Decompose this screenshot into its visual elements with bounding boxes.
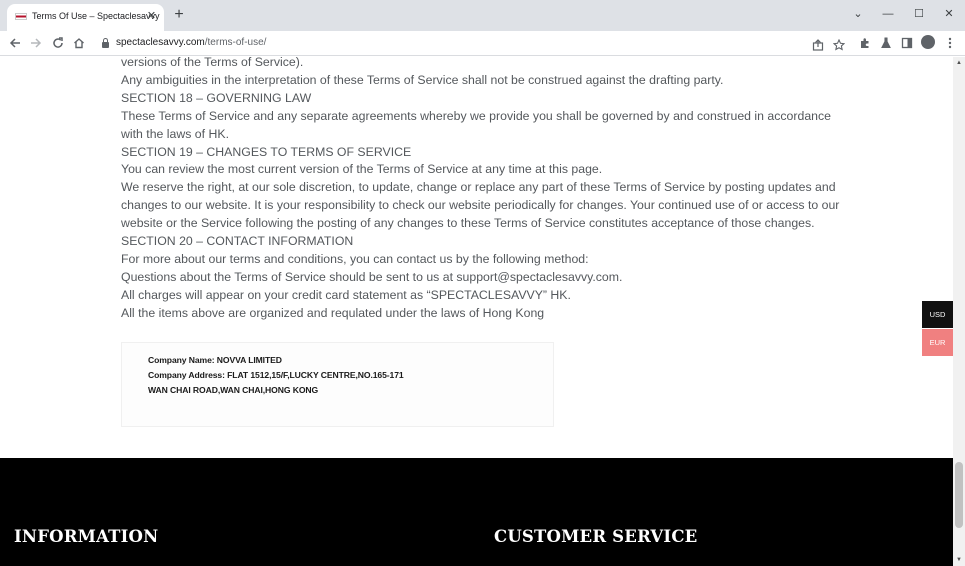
terms-paragraph-line: with the laws of HK. xyxy=(121,126,229,141)
profile-icon[interactable] xyxy=(921,35,935,49)
company-info-card: Company Name: NOVVA LIMITED Company Addr… xyxy=(121,342,554,427)
scrollbar-thumb[interactable] xyxy=(955,462,963,528)
terms-paragraph-line: changes to our website. It is your respo… xyxy=(121,198,840,213)
page-scrollbar[interactable]: ▲ ▼ xyxy=(953,57,965,566)
currency-usd-button[interactable]: USD xyxy=(922,301,953,328)
side-panel-icon[interactable] xyxy=(898,34,916,52)
company-address-line-1: Company Address: FLAT 1512,15/F,LUCKY CE… xyxy=(148,370,404,380)
terms-paragraph-line: We reserve the right, at our sole discre… xyxy=(121,180,836,195)
terms-paragraph-line: Any ambiguities in the interpretation of… xyxy=(121,72,724,87)
tab-search-icon[interactable]: ⌄ xyxy=(846,3,870,25)
terms-paragraph-line: All charges will appear on your credit c… xyxy=(121,287,571,302)
forward-arrow-icon[interactable] xyxy=(26,33,46,53)
hong-kong-flag-icon xyxy=(15,13,27,20)
company-address-line-2: WAN CHAI ROAD,WAN CHAI,HONG KONG xyxy=(148,385,319,395)
footer-customer-service-heading: CUSTOMER SERVICE xyxy=(494,527,698,546)
share-icon[interactable] xyxy=(809,36,827,54)
section-heading: SECTION 19 – CHANGES TO TERMS OF SERVICE xyxy=(121,144,412,159)
puzzle-icon[interactable] xyxy=(856,34,874,52)
tab-close-button[interactable]: ✕ xyxy=(144,9,159,24)
minimize-button[interactable]: — xyxy=(876,3,900,25)
page-viewport: versions of the Terms of Service). Any am… xyxy=(0,57,953,566)
home-icon[interactable] xyxy=(69,33,89,53)
terms-paragraph-line: website or the Service following the pos… xyxy=(121,216,815,231)
terms-paragraph-line: For more about our terms and conditions,… xyxy=(121,251,589,266)
lock-icon[interactable] xyxy=(102,38,109,48)
tab-strip: Terms Of Use – Spectaclesavvy ✕ + ⌄ — ☐ … xyxy=(0,0,965,31)
star-icon[interactable] xyxy=(830,36,848,54)
maximize-button[interactable]: ☐ xyxy=(907,3,931,25)
scroll-down-arrow-icon[interactable]: ▼ xyxy=(953,554,965,566)
browser-tab[interactable]: Terms Of Use – Spectaclesavvy ✕ xyxy=(7,4,164,31)
terms-paragraph-line: All the items above are organized and re… xyxy=(121,305,545,320)
footer-information-heading: INFORMATION xyxy=(14,527,159,546)
terms-paragraph-line: Questions about the Terms of Service sho… xyxy=(121,269,623,284)
close-window-button[interactable]: ✕ xyxy=(937,3,961,25)
terms-paragraph-line: You can review the most current version … xyxy=(121,162,603,177)
flask-icon[interactable] xyxy=(877,34,895,52)
back-arrow-icon[interactable] xyxy=(5,33,25,53)
url-text[interactable]: spectaclesavvy.com/terms-of-use/ xyxy=(116,37,266,48)
reload-icon[interactable] xyxy=(48,33,68,53)
company-name: Company Name: NOVVA LIMITED xyxy=(148,355,282,365)
new-tab-button[interactable]: + xyxy=(170,6,188,24)
terms-paragraph-line: versions of the Terms of Service). xyxy=(121,57,304,69)
site-footer: INFORMATION CUSTOMER SERVICE xyxy=(0,458,953,566)
terms-paragraph-line: These Terms of Service and any separate … xyxy=(121,108,831,123)
section-heading: SECTION 20 – CONTACT INFORMATION xyxy=(121,234,354,249)
tab-title: Terms Of Use – Spectaclesavvy xyxy=(32,11,160,21)
address-bar[interactable]: spectaclesavvy.com/terms-of-use/ xyxy=(93,33,857,54)
browser-toolbar: spectaclesavvy.com/terms-of-use/ xyxy=(0,31,965,56)
scroll-up-arrow-icon[interactable]: ▲ xyxy=(953,57,965,69)
currency-eur-button[interactable]: EUR xyxy=(922,329,953,356)
kebab-menu-icon[interactable] xyxy=(941,34,959,52)
terms-content: versions of the Terms of Service). Any am… xyxy=(121,57,841,323)
section-heading: SECTION 18 – GOVERNING LAW xyxy=(121,90,312,105)
